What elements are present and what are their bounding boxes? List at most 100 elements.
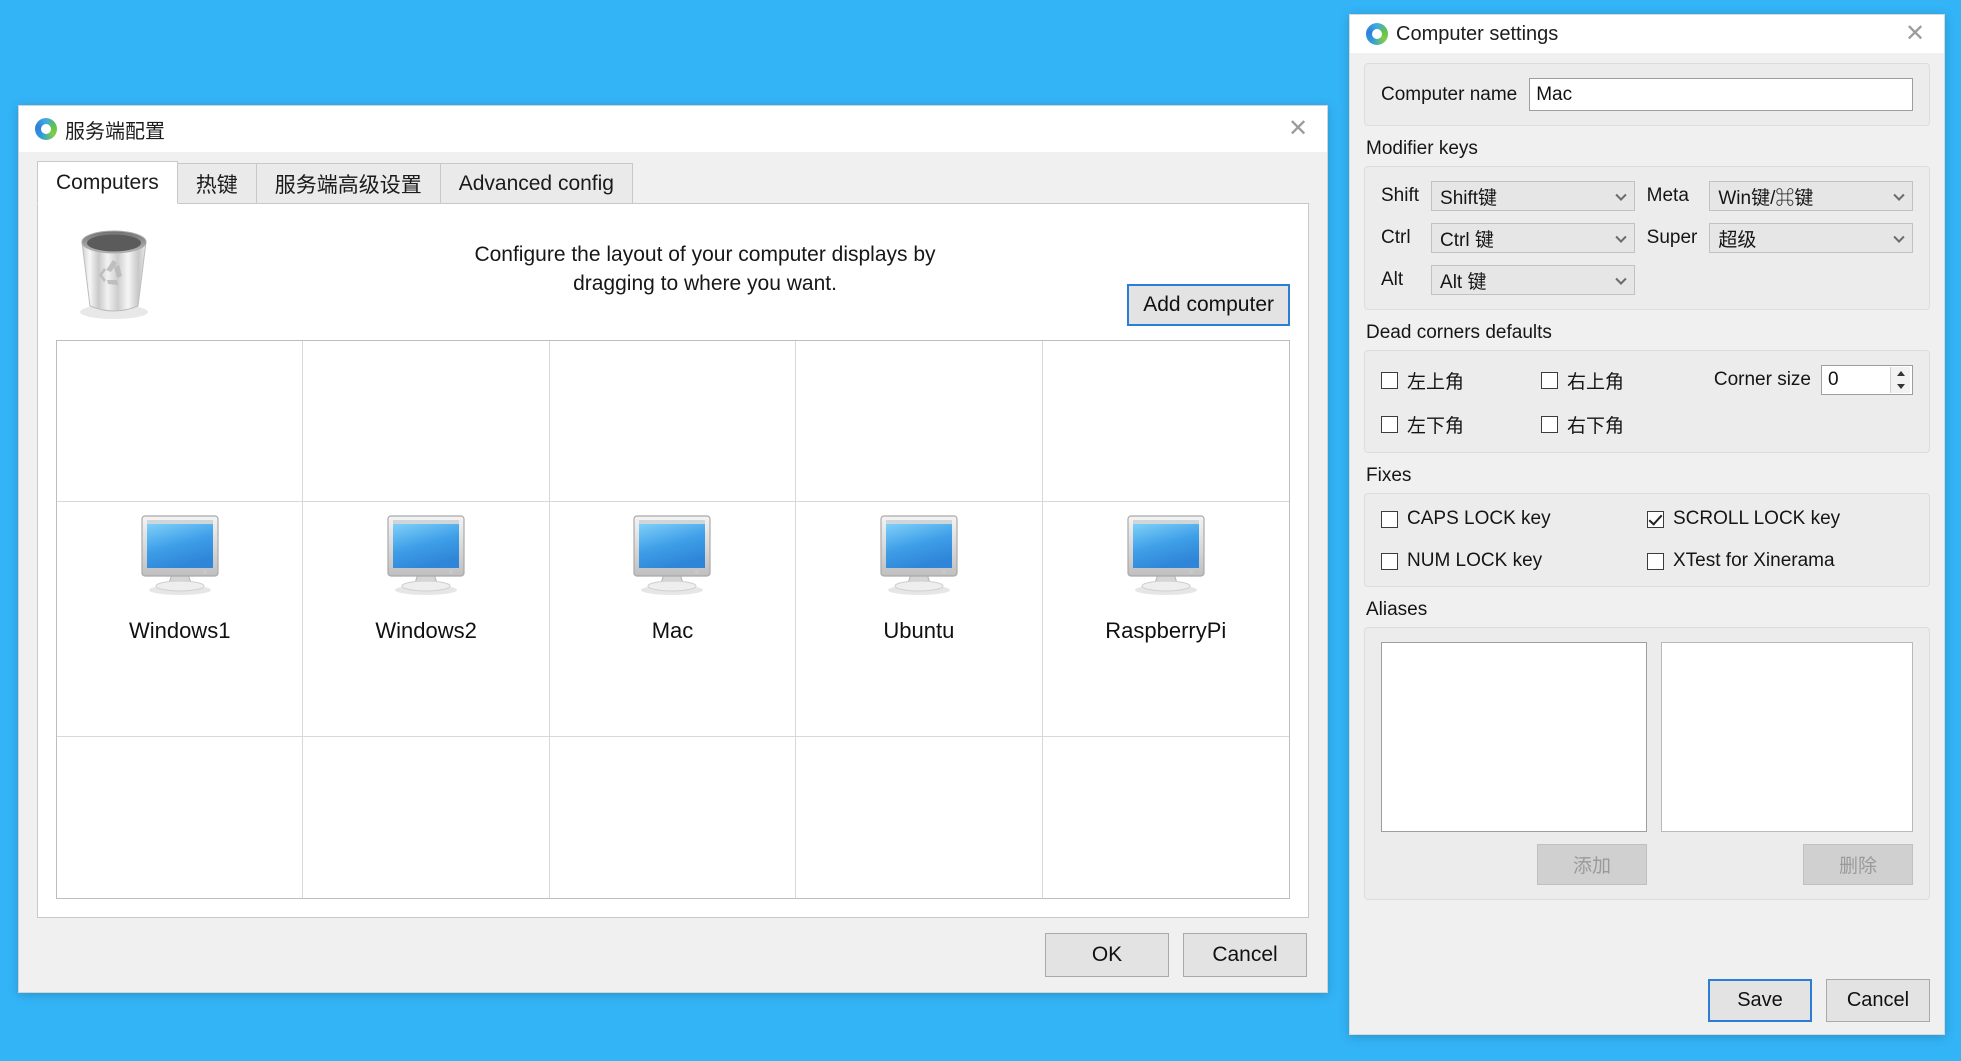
checkbox-box <box>1541 372 1558 389</box>
checkbox-box <box>1381 553 1398 570</box>
shift-label: Shift <box>1381 185 1419 207</box>
meta-select[interactable]: Win键/⌘键 <box>1709 181 1913 211</box>
computer-tile-raspberrypi[interactable]: RaspberryPi <box>1043 502 1289 736</box>
computer-settings-footer: Save Cancel <box>1364 965 1930 1022</box>
save-button[interactable]: Save <box>1708 979 1812 1022</box>
computer-tile-windows1[interactable]: Windows1 <box>57 502 303 736</box>
tab-computers[interactable]: Computers <box>37 161 178 204</box>
checkbox-top-right[interactable]: 右上角 <box>1541 367 1701 394</box>
checkbox-label: CAPS LOCK key <box>1407 508 1551 530</box>
cancel-button[interactable]: Cancel <box>1826 979 1930 1022</box>
checkbox-caps-lock[interactable]: CAPS LOCK key <box>1381 508 1647 530</box>
computer-name-input[interactable]: Mac <box>1529 78 1913 111</box>
grid-cell-empty[interactable] <box>1043 341 1289 502</box>
grid-cell-empty[interactable] <box>796 737 1042 898</box>
grid-cell-empty[interactable] <box>550 737 796 898</box>
alias-delete-button[interactable]: 删除 <box>1803 844 1913 885</box>
server-config-titlebar: 服务端配置 ✕ <box>19 106 1327 152</box>
meta-label: Meta <box>1647 185 1698 207</box>
chevron-down-icon <box>1893 232 1904 243</box>
alias-listbox[interactable] <box>1661 642 1913 832</box>
grid-cell-empty[interactable] <box>57 341 303 502</box>
computer-settings-window: Computer settings ✕ Computer name Mac Mo… <box>1349 14 1945 1035</box>
ok-button[interactable]: OK <box>1045 933 1169 977</box>
fixes-group: Fixes CAPS LOCK key SCROLL LOCK key <box>1364 459 1930 587</box>
tab-hotkeys[interactable]: 热键 <box>177 163 257 203</box>
computers-tab-panel: Configure the layout of your computer di… <box>37 204 1309 918</box>
alt-label: Alt <box>1381 269 1419 291</box>
stepper-arrows[interactable] <box>1890 367 1910 393</box>
grid-cell-empty[interactable] <box>1043 737 1289 898</box>
computer-name-group: Computer name Mac <box>1364 63 1930 126</box>
super-select[interactable]: 超级 <box>1709 223 1913 253</box>
chevron-down-icon <box>1893 190 1904 201</box>
computer-label: Windows1 <box>129 618 230 644</box>
checkbox-label: SCROLL LOCK key <box>1673 508 1840 530</box>
checkbox-num-lock[interactable]: NUM LOCK key <box>1381 550 1647 572</box>
panel-hint-line1: Configure the layout of your computer di… <box>474 243 935 266</box>
checkbox-label: 左下角 <box>1407 411 1464 438</box>
tab-server-advanced[interactable]: 服务端高级设置 <box>256 163 441 203</box>
trash-icon[interactable] <box>68 222 160 322</box>
cancel-button[interactable]: Cancel <box>1183 933 1307 977</box>
ctrl-select[interactable]: Ctrl 键 <box>1431 223 1635 253</box>
grid-cell-empty[interactable] <box>303 341 549 502</box>
checkbox-label: 左上角 <box>1407 367 1464 394</box>
computer-tile-mac[interactable]: Mac <box>550 502 796 736</box>
panel-top: Configure the layout of your computer di… <box>56 218 1290 340</box>
checkbox-top-left[interactable]: 左上角 <box>1381 367 1541 394</box>
close-icon[interactable]: ✕ <box>1902 21 1928 47</box>
monitor-icon <box>873 512 965 596</box>
server-config-window: 服务端配置 ✕ Computers 热键 服务端高级设置 Advanced co… <box>18 105 1328 993</box>
checkbox-xtest-xinerama[interactable]: XTest for Xinerama <box>1647 550 1913 572</box>
computer-tile-ubuntu[interactable]: Ubuntu <box>796 502 1042 736</box>
server-config-footer: OK Cancel <box>37 918 1309 992</box>
stepper-up-icon[interactable] <box>1891 367 1910 380</box>
computer-layout-grid[interactable]: Windows1 Windows2 <box>56 340 1290 899</box>
computer-name-label: Computer name <box>1381 84 1517 106</box>
grid-cell-empty[interactable] <box>550 341 796 502</box>
meta-value: Win键/⌘键 <box>1718 183 1813 210</box>
stepper-down-icon[interactable] <box>1891 380 1910 393</box>
alias-input[interactable] <box>1381 642 1647 832</box>
modifier-keys-box: Shift Shift键 Meta Win键/⌘键 Ctrl Ctrl 键 <box>1364 166 1930 310</box>
alt-select[interactable]: Alt 键 <box>1431 265 1635 295</box>
corner-size-label: Corner size <box>1714 369 1811 391</box>
checkbox-bottom-left[interactable]: 左下角 <box>1381 411 1541 438</box>
app-ring-icon <box>35 118 57 140</box>
computer-tile-windows2[interactable]: Windows2 <box>303 502 549 736</box>
aliases-box: 添加 删除 <box>1364 627 1930 900</box>
add-computer-button[interactable]: Add computer <box>1127 284 1290 326</box>
checkbox-box <box>1381 372 1398 389</box>
alias-add-button[interactable]: 添加 <box>1537 844 1647 885</box>
computer-settings-title: Computer settings <box>1396 23 1558 46</box>
alt-value: Alt 键 <box>1440 267 1486 294</box>
checkbox-scroll-lock[interactable]: SCROLL LOCK key <box>1647 508 1913 530</box>
chevron-down-icon <box>1615 274 1626 285</box>
grid-cell-empty[interactable] <box>303 737 549 898</box>
desktop-background: 服务端配置 ✕ Computers 热键 服务端高级设置 Advanced co… <box>0 0 1961 1061</box>
dead-corners-group: Dead corners defaults 左上角 右上角 Corner siz… <box>1364 316 1930 453</box>
server-config-title: 服务端配置 <box>65 115 165 144</box>
chevron-down-icon <box>1615 232 1626 243</box>
close-icon[interactable]: ✕ <box>1285 116 1311 142</box>
grid-cell-empty[interactable] <box>796 341 1042 502</box>
panel-hint: Configure the layout of your computer di… <box>160 218 1250 299</box>
modifier-keys-group: Modifier keys Shift Shift键 Meta Win键/⌘键 <box>1364 132 1930 310</box>
fixes-box: CAPS LOCK key SCROLL LOCK key NUM LOCK k… <box>1364 493 1930 587</box>
checkbox-label: 右下角 <box>1567 411 1624 438</box>
super-label: Super <box>1647 227 1698 249</box>
checkbox-box <box>1647 553 1664 570</box>
aliases-group: Aliases 添加 删除 <box>1364 593 1930 900</box>
computer-settings-body: Computer name Mac Modifier keys Shift Sh… <box>1350 53 1944 1034</box>
ctrl-value: Ctrl 键 <box>1440 225 1494 252</box>
corner-size-stepper[interactable]: 0 <box>1821 365 1913 395</box>
shift-select[interactable]: Shift键 <box>1431 181 1635 211</box>
checkbox-label: XTest for Xinerama <box>1673 550 1835 572</box>
tab-advanced-config[interactable]: Advanced config <box>440 163 633 203</box>
computer-label: Mac <box>652 618 694 644</box>
shift-value: Shift键 <box>1440 183 1497 210</box>
checkbox-bottom-right[interactable]: 右下角 <box>1541 411 1701 438</box>
checkbox-label: 右上角 <box>1567 367 1624 394</box>
grid-cell-empty[interactable] <box>57 737 303 898</box>
